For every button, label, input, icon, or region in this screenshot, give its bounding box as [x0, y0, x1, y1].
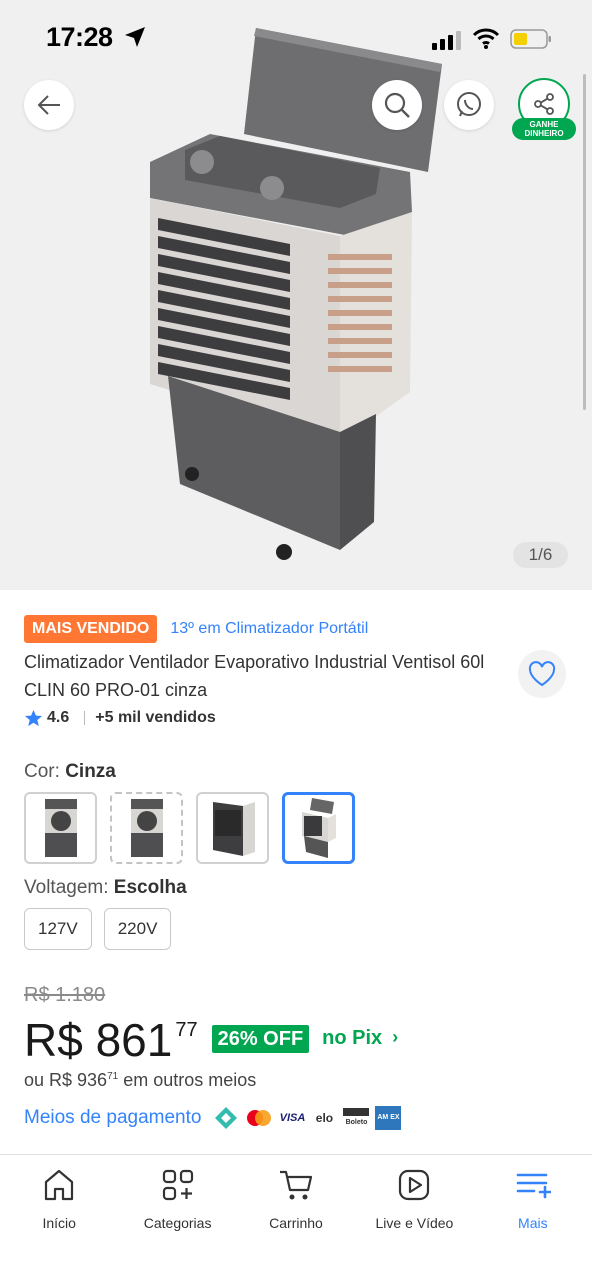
current-price: R$ 861: [24, 1014, 173, 1066]
voltage-220v-button[interactable]: 220V: [103, 908, 172, 950]
color-swatch-1[interactable]: [24, 792, 97, 864]
cart-icon: [280, 1170, 313, 1200]
home-icon: [45, 1169, 74, 1201]
menu-plus-icon: [516, 1173, 551, 1199]
search-button[interactable]: [372, 80, 422, 130]
voltage-label: Voltagem:: [24, 877, 109, 898]
whatsapp-share-button[interactable]: [444, 80, 494, 130]
visa-icon: VISA: [279, 1112, 306, 1124]
product-gallery[interactable]: GANHE DINHEIRO 1/6: [0, 0, 592, 590]
arrow-left-icon: [37, 95, 60, 115]
scrollbar[interactable]: [583, 74, 586, 410]
other-methods-price: ou R$ 93671 em outros meios: [24, 1070, 256, 1091]
share-icon: [534, 93, 554, 115]
color-swatches: [24, 792, 355, 864]
sold-count: +5 mil vendidos: [95, 709, 216, 726]
voltage-options: 127V 220V: [24, 908, 172, 950]
color-value: Cinza: [65, 761, 116, 782]
other-price-suffix: em outros meios: [118, 1070, 257, 1090]
product-title: Climatizador Ventilador Evaporativo Indu…: [24, 652, 485, 700]
chevron-right-icon[interactable]: ›: [392, 1027, 398, 1048]
payment-methods-link[interactable]: Meios de pagamento: [24, 1107, 201, 1129]
mastercard-icon: [245, 1106, 273, 1130]
nav-label: Mais: [518, 1215, 548, 1231]
cellular-signal-icon: [432, 31, 461, 50]
color-option-label: Cor: Cinza: [24, 761, 116, 783]
current-price-cents: 77: [175, 1019, 198, 1041]
battery-icon: [510, 29, 551, 49]
whatsapp-icon: [457, 92, 481, 117]
cooler-thumbnail: [212, 802, 255, 856]
status-bar: 17:28: [0, 0, 592, 80]
location-arrow-icon: [125, 27, 145, 47]
wifi-icon: [472, 28, 500, 49]
search-icon: [384, 92, 410, 118]
cooler-thumbnail: [130, 799, 163, 857]
categories-icon: [162, 1169, 193, 1201]
earn-money-share-button[interactable]: GANHE DINHEIRO: [512, 78, 576, 142]
divider: [84, 711, 86, 725]
color-swatch-3[interactable]: [196, 792, 269, 864]
nav-home[interactable]: Início: [0, 1155, 118, 1280]
video-icon: [399, 1169, 430, 1201]
rating-row[interactable]: 4.6 +5 mil vendidos: [24, 706, 216, 730]
nav-live-video[interactable]: Live e Vídeo: [355, 1155, 473, 1280]
pix-icon: [213, 1106, 239, 1130]
voltage-value: Escolha: [113, 877, 187, 898]
color-swatch-2[interactable]: [110, 792, 183, 864]
badge-row: MAIS VENDIDO 13º em Climatizador Portáti…: [24, 615, 368, 643]
heart-icon: [528, 661, 556, 687]
earn-money-badge: GANHE DINHEIRO: [512, 118, 576, 140]
nav-label: Categorias: [143, 1215, 212, 1231]
voltage-127v-button[interactable]: 127V: [24, 908, 92, 950]
nav-cart[interactable]: Carrinho: [237, 1155, 355, 1280]
other-price-value: ou R$ 936: [24, 1070, 108, 1090]
favorite-button[interactable]: [518, 650, 566, 698]
discount-badge: 26% OFF: [211, 1025, 310, 1053]
elo-icon: elo: [315, 1111, 334, 1125]
nav-label: Início: [42, 1215, 76, 1231]
star-icon: [24, 709, 43, 726]
back-button[interactable]: [24, 80, 74, 130]
color-label: Cor:: [24, 761, 60, 782]
payment-methods-row: Meios de pagamento VISA elo Boleto AM EX: [24, 1103, 402, 1133]
color-swatch-4-selected[interactable]: [282, 792, 355, 864]
image-counter: 1/6: [513, 542, 568, 568]
price-row: R$ 861 77 26% OFF no Pix ›: [24, 1014, 398, 1066]
status-time: 17:28: [46, 22, 113, 52]
cooler-thumbnail: [44, 799, 77, 857]
bottom-navigation: Início Categorias Carrinho Live e Vídeo …: [0, 1154, 592, 1280]
cooler-thumbnail: [301, 798, 336, 858]
voltage-option-label: Voltagem: Escolha: [24, 877, 187, 899]
payment-icons: VISA elo Boleto AM EX: [213, 1106, 402, 1130]
nav-label: Carrinho: [269, 1215, 323, 1231]
category-ranking-link[interactable]: 13º em Climatizador Portátil: [170, 620, 368, 638]
rating-value: 4.6: [47, 709, 70, 726]
nav-more[interactable]: Mais: [474, 1155, 592, 1280]
boleto-icon: Boleto: [343, 1108, 370, 1128]
pix-link[interactable]: no Pix: [322, 1027, 382, 1050]
best-seller-badge: MAIS VENDIDO: [24, 615, 158, 643]
amex-icon: AM EX: [375, 1106, 402, 1130]
nav-label: Live e Vídeo: [375, 1215, 454, 1231]
original-price: R$ 1.180: [24, 984, 106, 1006]
other-price-cents: 71: [107, 1071, 119, 1082]
nav-categories[interactable]: Categorias: [118, 1155, 236, 1280]
